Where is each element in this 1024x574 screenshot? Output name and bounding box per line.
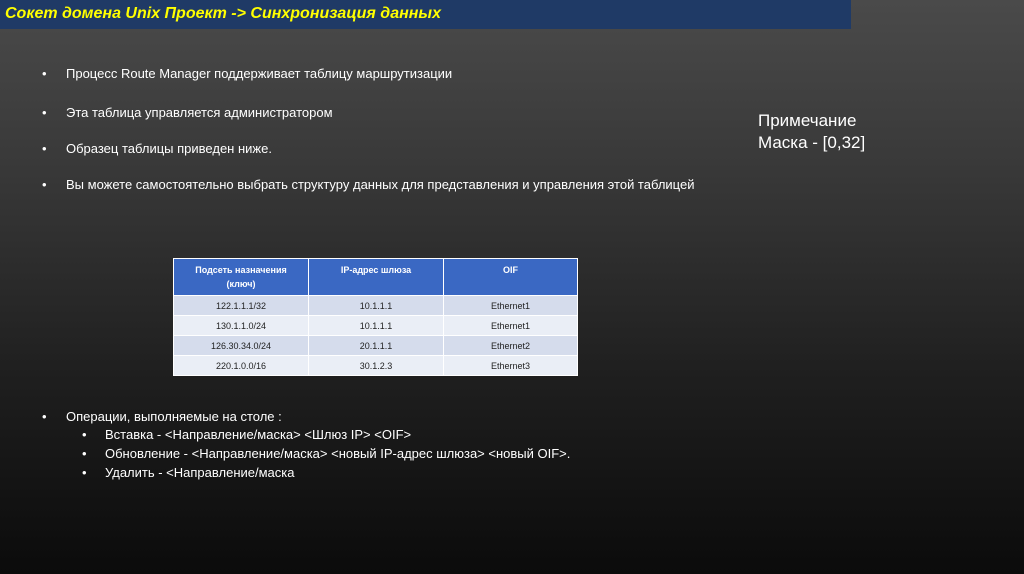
operation-item: • Вставка - <Направление/маска> <Шлюз IP…: [82, 427, 411, 442]
bullet-icon: •: [42, 141, 47, 156]
bullet-text: Процесс Route Manager поддерживает табли…: [66, 66, 453, 81]
cell-destination: 122.1.1.1/32: [173, 295, 309, 316]
note-box: Примечание Маска - [0,32]: [758, 110, 865, 154]
operation-update: Обновление - <Направление/маска> <новый …: [105, 446, 571, 461]
cell-gateway: 30.1.2.3: [308, 355, 444, 376]
cell-oif: Ethernet1: [443, 315, 578, 336]
bullet-icon: •: [42, 409, 47, 424]
note-mask: Маска - [0,32]: [758, 133, 866, 152]
operations-heading: Операции, выполняемые на столе :: [66, 409, 282, 424]
bullet-text: Образец таблицы приведен ниже.: [66, 141, 272, 156]
bullet-icon: •: [42, 105, 47, 120]
bullet-icon: •: [82, 446, 87, 461]
bullet-text: Вы можете самостоятельно выбрать структу…: [66, 177, 695, 192]
operation-insert: Вставка - <Направление/маска> <Шлюз IP> …: [105, 427, 412, 442]
cell-oif: Ethernet1: [443, 295, 578, 316]
cell-gateway: 20.1.1.1: [308, 335, 444, 356]
table-row: 126.30.34.0/24 20.1.1.1 Ethernet2: [173, 335, 578, 356]
title-bar: Сокет домена Unix Проект -> Синхронизаци…: [0, 0, 851, 29]
table-row: 220.1.0.0/16 30.1.2.3 Ethernet3: [173, 355, 578, 376]
table-header-row: Подсеть назначения (ключ) IP-адрес шлюза…: [173, 258, 578, 296]
bullet-icon: •: [42, 66, 47, 81]
operation-item: • Обновление - <Направление/маска> <новы…: [82, 446, 570, 461]
cell-oif: Ethernet3: [443, 355, 578, 376]
cell-gateway: 10.1.1.1: [308, 295, 444, 316]
column-header-destination: Подсеть назначения (ключ): [173, 258, 309, 296]
bullet-icon: •: [82, 427, 87, 442]
cell-destination: 130.1.1.0/24: [173, 315, 309, 336]
table-row: 122.1.1.1/32 10.1.1.1 Ethernet1: [173, 295, 578, 316]
operations-heading-item: • Операции, выполняемые на столе :: [42, 409, 282, 424]
bullet-icon: •: [42, 177, 47, 192]
routing-table: Подсеть назначения (ключ) IP-адрес шлюза…: [173, 258, 578, 376]
operation-delete: Удалить - <Направление/маска: [105, 465, 295, 480]
column-header-gateway: IP-адрес шлюза: [308, 258, 444, 296]
bullet-text: Эта таблица управляется администратором: [66, 105, 333, 120]
note-heading: Примечание: [758, 111, 857, 130]
operation-item: • Удалить - <Направление/маска: [82, 465, 294, 480]
column-header-oif: OIF: [443, 258, 578, 296]
table-row: 130.1.1.0/24 10.1.1.1 Ethernet1: [173, 315, 578, 336]
cell-gateway: 10.1.1.1: [308, 315, 444, 336]
bullet-icon: •: [82, 465, 87, 480]
cell-destination: 220.1.0.0/16: [173, 355, 309, 376]
cell-oif: Ethernet2: [443, 335, 578, 356]
page-title: Сокет домена Unix Проект -> Синхронизаци…: [5, 5, 441, 22]
cell-destination: 126.30.34.0/24: [173, 335, 309, 356]
